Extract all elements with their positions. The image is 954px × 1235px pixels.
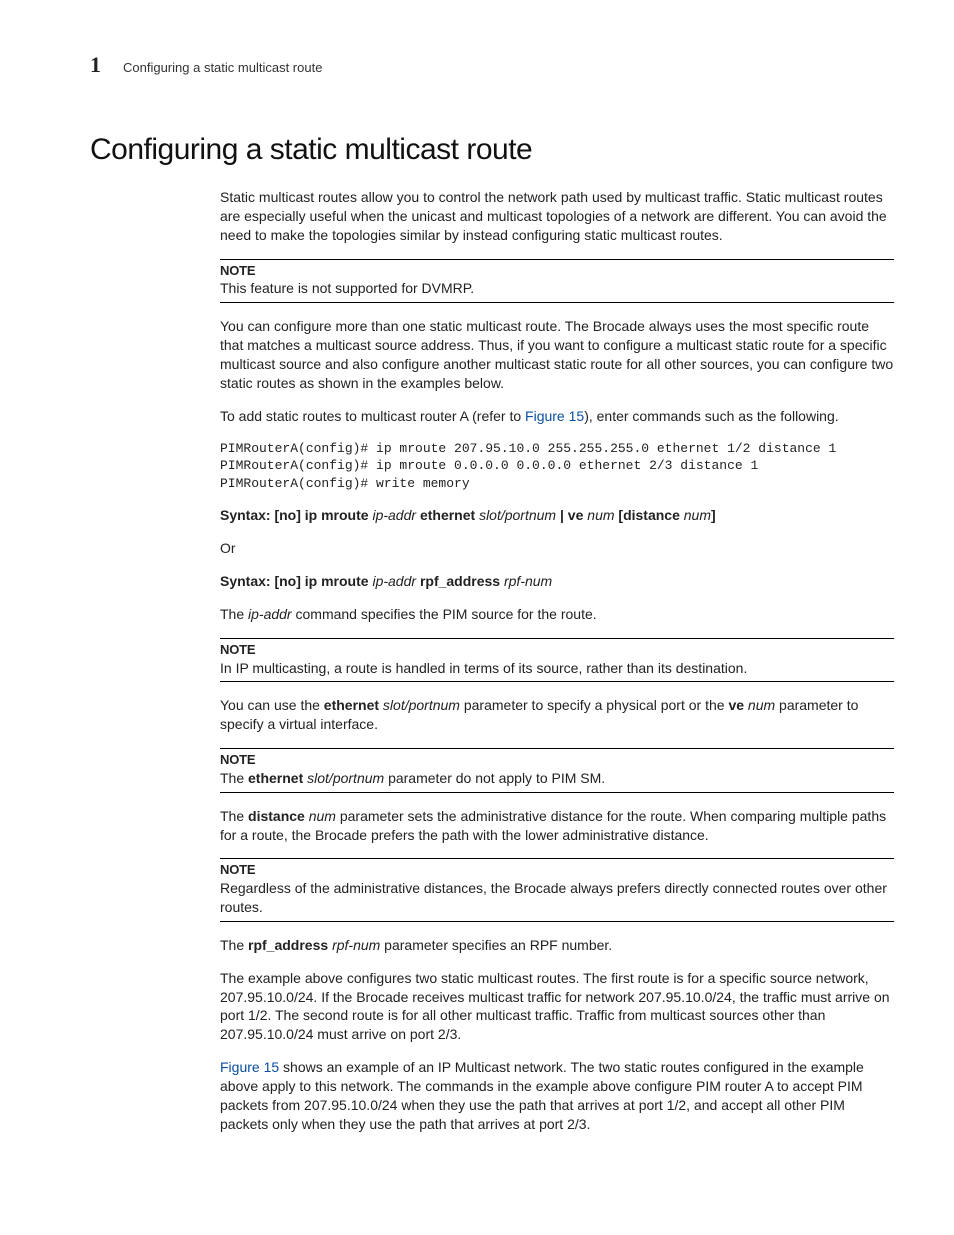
page: 1 Configuring a static multicast route C… — [0, 0, 954, 1235]
paragraph: The distance num parameter sets the admi… — [220, 807, 894, 845]
chapter-number: 1 — [90, 50, 101, 80]
note-label: NOTE — [220, 861, 894, 879]
note-text: The ethernet slot/portnum parameter do n… — [220, 769, 894, 788]
note-label: NOTE — [220, 751, 894, 769]
paragraph: Figure 15 shows an example of an IP Mult… — [220, 1058, 894, 1134]
paragraph: The example above configures two static … — [220, 969, 894, 1045]
page-title: Configuring a static multicast route — [90, 130, 894, 171]
syntax-line: Syntax: [no] ip mroute ip-addr rpf_addre… — [220, 572, 894, 591]
note-block: NOTE The ethernet slot/portnum parameter… — [220, 748, 894, 792]
running-header: 1 Configuring a static multicast route — [90, 50, 894, 80]
paragraph: To add static routes to multicast router… — [220, 407, 894, 426]
note-text: In IP multicasting, a route is handled i… — [220, 659, 894, 678]
note-text: This feature is not supported for DVMRP. — [220, 279, 894, 298]
note-text: Regardless of the administrative distanc… — [220, 879, 894, 917]
paragraph: The ip-addr command specifies the PIM so… — [220, 605, 894, 624]
syntax-line: Syntax: [no] ip mroute ip-addr ethernet … — [220, 506, 894, 525]
paragraph: Static multicast routes allow you to con… — [220, 188, 894, 245]
note-label: NOTE — [220, 641, 894, 659]
note-block: NOTE In IP multicasting, a route is hand… — [220, 638, 894, 682]
note-label: NOTE — [220, 262, 894, 280]
running-title: Configuring a static multicast route — [123, 59, 322, 77]
paragraph: Or — [220, 539, 894, 558]
code-block: PIMRouterA(config)# ip mroute 207.95.10.… — [220, 440, 894, 493]
figure-link[interactable]: Figure 15 — [220, 1059, 279, 1075]
figure-link[interactable]: Figure 15 — [525, 408, 584, 424]
paragraph: You can use the ethernet slot/portnum pa… — [220, 696, 894, 734]
paragraph: The rpf_address rpf-num parameter specif… — [220, 936, 894, 955]
paragraph: You can configure more than one static m… — [220, 317, 894, 393]
note-block: NOTE Regardless of the administrative di… — [220, 858, 894, 921]
body: Static multicast routes allow you to con… — [220, 188, 894, 1134]
note-block: NOTE This feature is not supported for D… — [220, 259, 894, 303]
